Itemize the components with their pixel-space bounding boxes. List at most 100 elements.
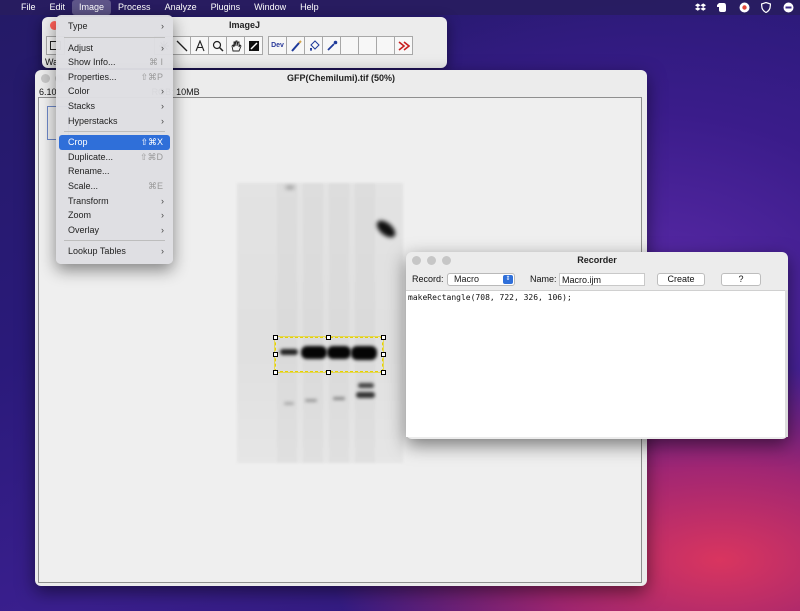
menu-item-adjust[interactable]: Adjust ›: [59, 41, 170, 56]
image-info-prefix: 6.10: [39, 87, 57, 97]
selection-handle[interactable]: [273, 370, 278, 375]
record-label: Record:: [412, 274, 444, 284]
menu-process[interactable]: Process: [111, 0, 158, 15]
chevron-right-icon: ›: [161, 86, 164, 97]
menu-item-zoom[interactable]: Zoom ›: [59, 208, 170, 223]
chevron-right-icon: ›: [161, 195, 164, 206]
menu-analyze[interactable]: Analyze: [158, 0, 204, 15]
create-button[interactable]: Create: [657, 273, 705, 286]
record-mode-select[interactable]: Macro ⇕: [447, 273, 515, 286]
flood-fill-icon[interactable]: [304, 36, 323, 55]
hand-icon[interactable]: [226, 36, 245, 55]
apple-menu-spacer: [0, 0, 14, 15]
selection-handle[interactable]: [381, 352, 386, 357]
menu-item-label: Duplicate...: [68, 151, 114, 162]
chevron-right-icon: ›: [161, 115, 164, 126]
menu-separator: [64, 36, 165, 38]
lane: [355, 183, 375, 463]
dev-tool[interactable]: Dev: [268, 36, 287, 55]
recorder-window: Recorder Record: Macro ⇕ Name: Create ? …: [406, 252, 788, 439]
close-button[interactable]: [412, 256, 421, 265]
selection-handle[interactable]: [381, 370, 386, 375]
menu-item-label: Transform: [68, 195, 109, 206]
macro-name-field[interactable]: [559, 273, 645, 286]
menu-item-label: Color: [68, 86, 90, 97]
pipette-icon[interactable]: [322, 36, 341, 55]
menu-item-crop[interactable]: Crop ⇧⌘X: [59, 135, 170, 150]
menu-item-label: Hyperstacks: [68, 115, 118, 126]
menu-window[interactable]: Window: [247, 0, 293, 15]
menu-image[interactable]: Image: [72, 0, 112, 15]
menu-item-type[interactable]: Type ›: [59, 19, 170, 34]
status-icons: [694, 0, 794, 15]
menu-separator: [64, 131, 165, 133]
menu-item-properties[interactable]: Properties... ⇧⌘P: [59, 70, 170, 85]
menu-item-transform[interactable]: Transform ›: [59, 194, 170, 209]
menu-item-shortcut: ⇧⌘X: [140, 137, 163, 148]
record-mode-value: Macro: [454, 274, 480, 284]
menu-plugins[interactable]: Plugins: [204, 0, 248, 15]
more-tools-icon[interactable]: [394, 36, 413, 55]
blot-band: [358, 383, 374, 388]
selection-handle[interactable]: [273, 352, 278, 357]
help-button[interactable]: ?: [721, 273, 761, 286]
menu-item-stacks[interactable]: Stacks ›: [59, 99, 170, 114]
recorder-text-area[interactable]: makeRectangle(708, 722, 326, 106);: [406, 290, 785, 437]
shield-icon[interactable]: [760, 2, 772, 13]
selection-handle[interactable]: [326, 370, 331, 375]
menu-file[interactable]: File: [14, 0, 43, 15]
user-badge-icon[interactable]: [782, 2, 794, 13]
menu-item-overlay[interactable]: Overlay ›: [59, 223, 170, 238]
menu-item-shortcut: ⇧⌘D: [139, 151, 163, 162]
selection-handle[interactable]: [381, 335, 386, 340]
menu-item-label: Properties...: [68, 71, 117, 82]
menu-item-label: Adjust: [68, 42, 94, 53]
menu-item-label: Rename...: [68, 166, 110, 177]
menu-item-shortcut: ⌘E: [147, 180, 163, 191]
close-button[interactable]: [41, 74, 50, 83]
selection-rectangle[interactable]: [274, 336, 384, 373]
empty-tool-3[interactable]: [376, 36, 395, 55]
menu-item-rename[interactable]: Rename...: [59, 164, 170, 179]
menu-item-color[interactable]: Color ›: [59, 84, 170, 99]
menu-item-label: Crop: [68, 137, 88, 148]
menu-item-label: Show Info...: [68, 57, 116, 68]
brush-icon[interactable]: [286, 36, 305, 55]
magnifier-icon[interactable]: [208, 36, 227, 55]
blot-band: [284, 402, 294, 405]
menu-item-lookup-tables[interactable]: Lookup Tables ›: [59, 244, 170, 259]
selection-handle[interactable]: [273, 335, 278, 340]
recorder-controls: Record: Macro ⇕ Name: Create ?: [406, 271, 788, 289]
line-tool[interactable]: [172, 36, 191, 55]
menu-item-shortcut: ⇧⌘P: [140, 71, 163, 82]
menu-item-hyperstacks[interactable]: Hyperstacks ›: [59, 114, 170, 129]
chevron-right-icon: ›: [161, 42, 164, 53]
menu-item-label: Stacks: [68, 100, 96, 111]
chevron-right-icon: ›: [161, 246, 164, 257]
scrollbar[interactable]: [785, 290, 788, 437]
menu-item-label: Overlay: [68, 224, 100, 235]
menu-item-duplicate[interactable]: Duplicate... ⇧⌘D: [59, 150, 170, 165]
text-tool[interactable]: [190, 36, 209, 55]
menu-item-show-info[interactable]: Show Info... ⌘ I: [59, 55, 170, 70]
lane: [303, 183, 323, 463]
menu-item-scale[interactable]: Scale... ⌘E: [59, 179, 170, 194]
chrome-icon[interactable]: [738, 2, 750, 13]
selection-handle[interactable]: [326, 335, 331, 340]
chevron-right-icon: ›: [161, 224, 164, 235]
blot-band: [305, 399, 317, 402]
blot-band: [356, 392, 375, 398]
menu-bar: File Edit Image Process Analyze Plugins …: [0, 0, 800, 15]
lane: [329, 183, 349, 463]
lane: [277, 183, 297, 463]
menu-item-label: Type: [68, 21, 88, 31]
dropbox-icon[interactable]: [694, 2, 706, 13]
menu-edit[interactable]: Edit: [43, 0, 73, 15]
zoom-button[interactable]: [442, 256, 451, 265]
minimize-button[interactable]: [427, 256, 436, 265]
evernote-icon[interactable]: [716, 2, 728, 13]
menu-help[interactable]: Help: [293, 0, 326, 15]
empty-tool-1[interactable]: [340, 36, 359, 55]
color-picker-icon[interactable]: [244, 36, 263, 55]
empty-tool-2[interactable]: [358, 36, 377, 55]
